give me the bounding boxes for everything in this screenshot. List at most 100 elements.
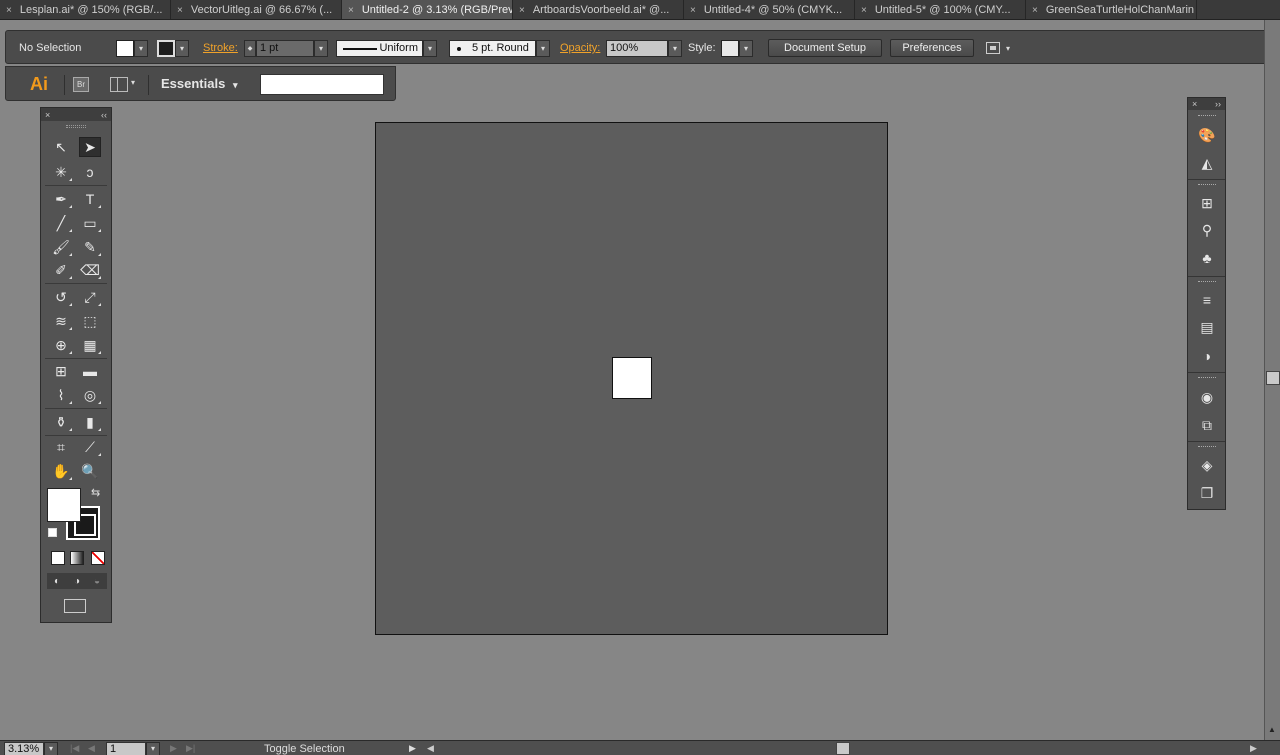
chevron-down-icon[interactable]: ▾: [131, 78, 135, 87]
bridge-icon[interactable]: Br: [73, 77, 89, 92]
draw-behind-icon[interactable]: ◑: [74, 576, 80, 587]
next-artboard-icon[interactable]: ▶: [170, 741, 177, 755]
variable-width-profile[interactable]: Uniform ▾: [336, 39, 437, 57]
magic-wand-tool-icon[interactable]: ✳: [50, 162, 72, 182]
draw-normal-icon[interactable]: ◐: [54, 576, 60, 587]
fill-color-control[interactable]: ▾: [116, 39, 148, 57]
doc-tab-untitled-5[interactable]: × Untitled-5* @ 100% (CMY...: [855, 0, 1026, 19]
prev-artboard-icon[interactable]: ◀: [88, 741, 95, 755]
hand-tool-icon[interactable]: ✋: [50, 461, 72, 481]
paintbrush-tool-icon[interactable]: 🖌: [50, 237, 72, 257]
opacity-label[interactable]: Opacity:: [560, 42, 600, 54]
brush-field[interactable]: 5 pt. Round: [449, 39, 536, 57]
vertical-scroll-thumb[interactable]: [1266, 371, 1280, 385]
doc-tab-untitled-2[interactable]: × Untitled-2 @ 3.13% (RGB/Preview): [342, 0, 513, 19]
doc-tab-vectoruitleg[interactable]: × VectorUitleg.ai @ 66.67% (...: [171, 0, 342, 19]
line-tool-icon[interactable]: ╱: [50, 213, 72, 233]
artboard-tool-icon[interactable]: ⌗: [50, 437, 72, 457]
chevron-down-icon[interactable]: ▾: [314, 39, 328, 57]
chevron-down-icon[interactable]: ▾: [146, 741, 160, 755]
transparency-panel-icon[interactable]: ◑: [1197, 346, 1217, 366]
chevron-down-icon[interactable]: ▾: [134, 39, 148, 57]
last-artboard-icon[interactable]: ▶|: [186, 741, 195, 755]
stroke-label[interactable]: Stroke:: [203, 42, 238, 54]
draw-inside-icon[interactable]: ◒: [94, 576, 100, 587]
tools-panel-header[interactable]: × ‹‹: [41, 108, 111, 121]
brush-definition[interactable]: 5 pt. Round ▾: [449, 39, 550, 57]
chevron-down-icon[interactable]: ▾: [423, 39, 437, 57]
direct-selection-tool-icon[interactable]: ➤: [79, 137, 101, 157]
panel-grip[interactable]: [1198, 281, 1216, 284]
close-icon[interactable]: ×: [519, 5, 525, 16]
artboards-panel-icon[interactable]: ❐: [1197, 483, 1217, 503]
panel-grip[interactable]: [1198, 184, 1216, 187]
opacity-field[interactable]: 100%: [606, 39, 668, 57]
artboard-navigation[interactable]: 1 ▾: [106, 741, 160, 755]
close-icon[interactable]: ×: [861, 5, 867, 16]
appearance-panel-icon[interactable]: ◉: [1197, 387, 1217, 407]
vertical-scrollbar[interactable]: ▲: [1264, 20, 1280, 740]
scale-tool-icon[interactable]: ⤢: [79, 287, 101, 307]
arrange-layout-icon[interactable]: [110, 77, 128, 92]
fill-color-swatch[interactable]: [47, 488, 81, 522]
slice-tool-icon[interactable]: ⟋: [79, 437, 101, 457]
color-guide-icon[interactable]: ◭: [1197, 153, 1217, 173]
scroll-up-icon[interactable]: ▲: [1268, 725, 1276, 734]
doc-tab-artboardsvoorbeeld[interactable]: × ArtboardsVoorbeeld.ai* @...: [513, 0, 684, 19]
selection-tool-icon[interactable]: ↖: [50, 137, 72, 157]
stroke-weight-field[interactable]: 1 pt: [256, 39, 314, 57]
stroke-swatch[interactable]: [157, 39, 175, 57]
blob-brush-tool-icon[interactable]: ✐: [50, 260, 72, 280]
panel-grip[interactable]: [1198, 115, 1216, 118]
stroke-color-control[interactable]: ▾: [157, 39, 189, 57]
rectangle-tool-icon[interactable]: ▭: [79, 213, 101, 233]
chevron-down-icon[interactable]: ▾: [668, 39, 682, 57]
opacity-control[interactable]: 100% ▾: [606, 39, 682, 57]
horizontal-scroll-thumb[interactable]: [836, 742, 850, 755]
help-search-input[interactable]: [260, 74, 384, 95]
graphic-style-control[interactable]: ▾: [721, 39, 753, 57]
workspace-switcher[interactable]: Essentials ▾: [161, 76, 237, 91]
doc-tab-lesplan[interactable]: × Lesplan.ai* @ 150% (RGB/...: [0, 0, 171, 19]
chevron-down-icon[interactable]: ▾: [739, 39, 753, 57]
opacity-label-link[interactable]: Opacity:: [560, 39, 600, 57]
mesh-tool-icon[interactable]: ⊞: [50, 361, 72, 381]
close-icon[interactable]: ×: [348, 5, 354, 16]
close-icon[interactable]: ×: [1032, 5, 1038, 16]
doc-tab-untitled-4[interactable]: × Untitled-4* @ 50% (CMYK...: [684, 0, 855, 19]
chevron-down-icon[interactable]: ▾: [233, 80, 238, 90]
zoom-control[interactable]: 3.13% ▾: [4, 741, 58, 755]
stepper-icon[interactable]: ◆: [244, 39, 256, 57]
scroll-left-icon[interactable]: ◀: [427, 741, 434, 755]
shape-builder-tool-icon[interactable]: ⊕: [50, 335, 72, 355]
close-icon[interactable]: ×: [690, 5, 696, 16]
close-icon[interactable]: ×: [6, 5, 12, 16]
chevron-down-icon[interactable]: ▾: [536, 39, 550, 57]
rotate-tool-icon[interactable]: ↺: [50, 287, 72, 307]
collapse-icon[interactable]: ‹‹: [101, 110, 107, 120]
swatches-panel-icon[interactable]: ⊞: [1197, 193, 1217, 213]
stroke-weight-control[interactable]: ◆ 1 pt ▾: [244, 39, 328, 57]
gradient-panel-icon[interactable]: ▤: [1197, 317, 1217, 337]
color-mode-icon[interactable]: [51, 551, 65, 565]
chevron-down-icon[interactable]: ▾: [1006, 44, 1010, 53]
eraser-tool-icon[interactable]: ⌫: [79, 260, 101, 280]
default-fill-stroke-icon[interactable]: [48, 528, 57, 537]
preferences-button[interactable]: Preferences: [890, 39, 974, 57]
gradient-mode-icon[interactable]: [70, 551, 84, 565]
workspace-label[interactable]: Essentials: [161, 76, 225, 91]
doc-tab-greenseaturtle[interactable]: × GreenSeaTurtleHolChanMarin: [1026, 0, 1197, 19]
stroke-panel-icon[interactable]: ≡: [1197, 290, 1217, 310]
column-graph-tool-icon[interactable]: ▮: [79, 412, 101, 432]
close-icon[interactable]: ×: [1192, 99, 1197, 109]
arrange-documents-menu[interactable]: ▾: [986, 39, 1010, 57]
arrange-documents-icon[interactable]: [986, 42, 1000, 54]
layers-panel-icon[interactable]: ◈: [1197, 455, 1217, 475]
artboard-number-field[interactable]: 1: [106, 741, 146, 755]
white-rectangle-object[interactable]: [612, 357, 652, 399]
close-icon[interactable]: ×: [45, 110, 50, 120]
blend-tool-icon[interactable]: ◎: [79, 385, 101, 405]
status-menu-icon[interactable]: ▶: [409, 741, 416, 755]
panel-grip[interactable]: [1198, 446, 1216, 449]
perspective-grid-tool-icon[interactable]: ▦: [79, 335, 101, 355]
